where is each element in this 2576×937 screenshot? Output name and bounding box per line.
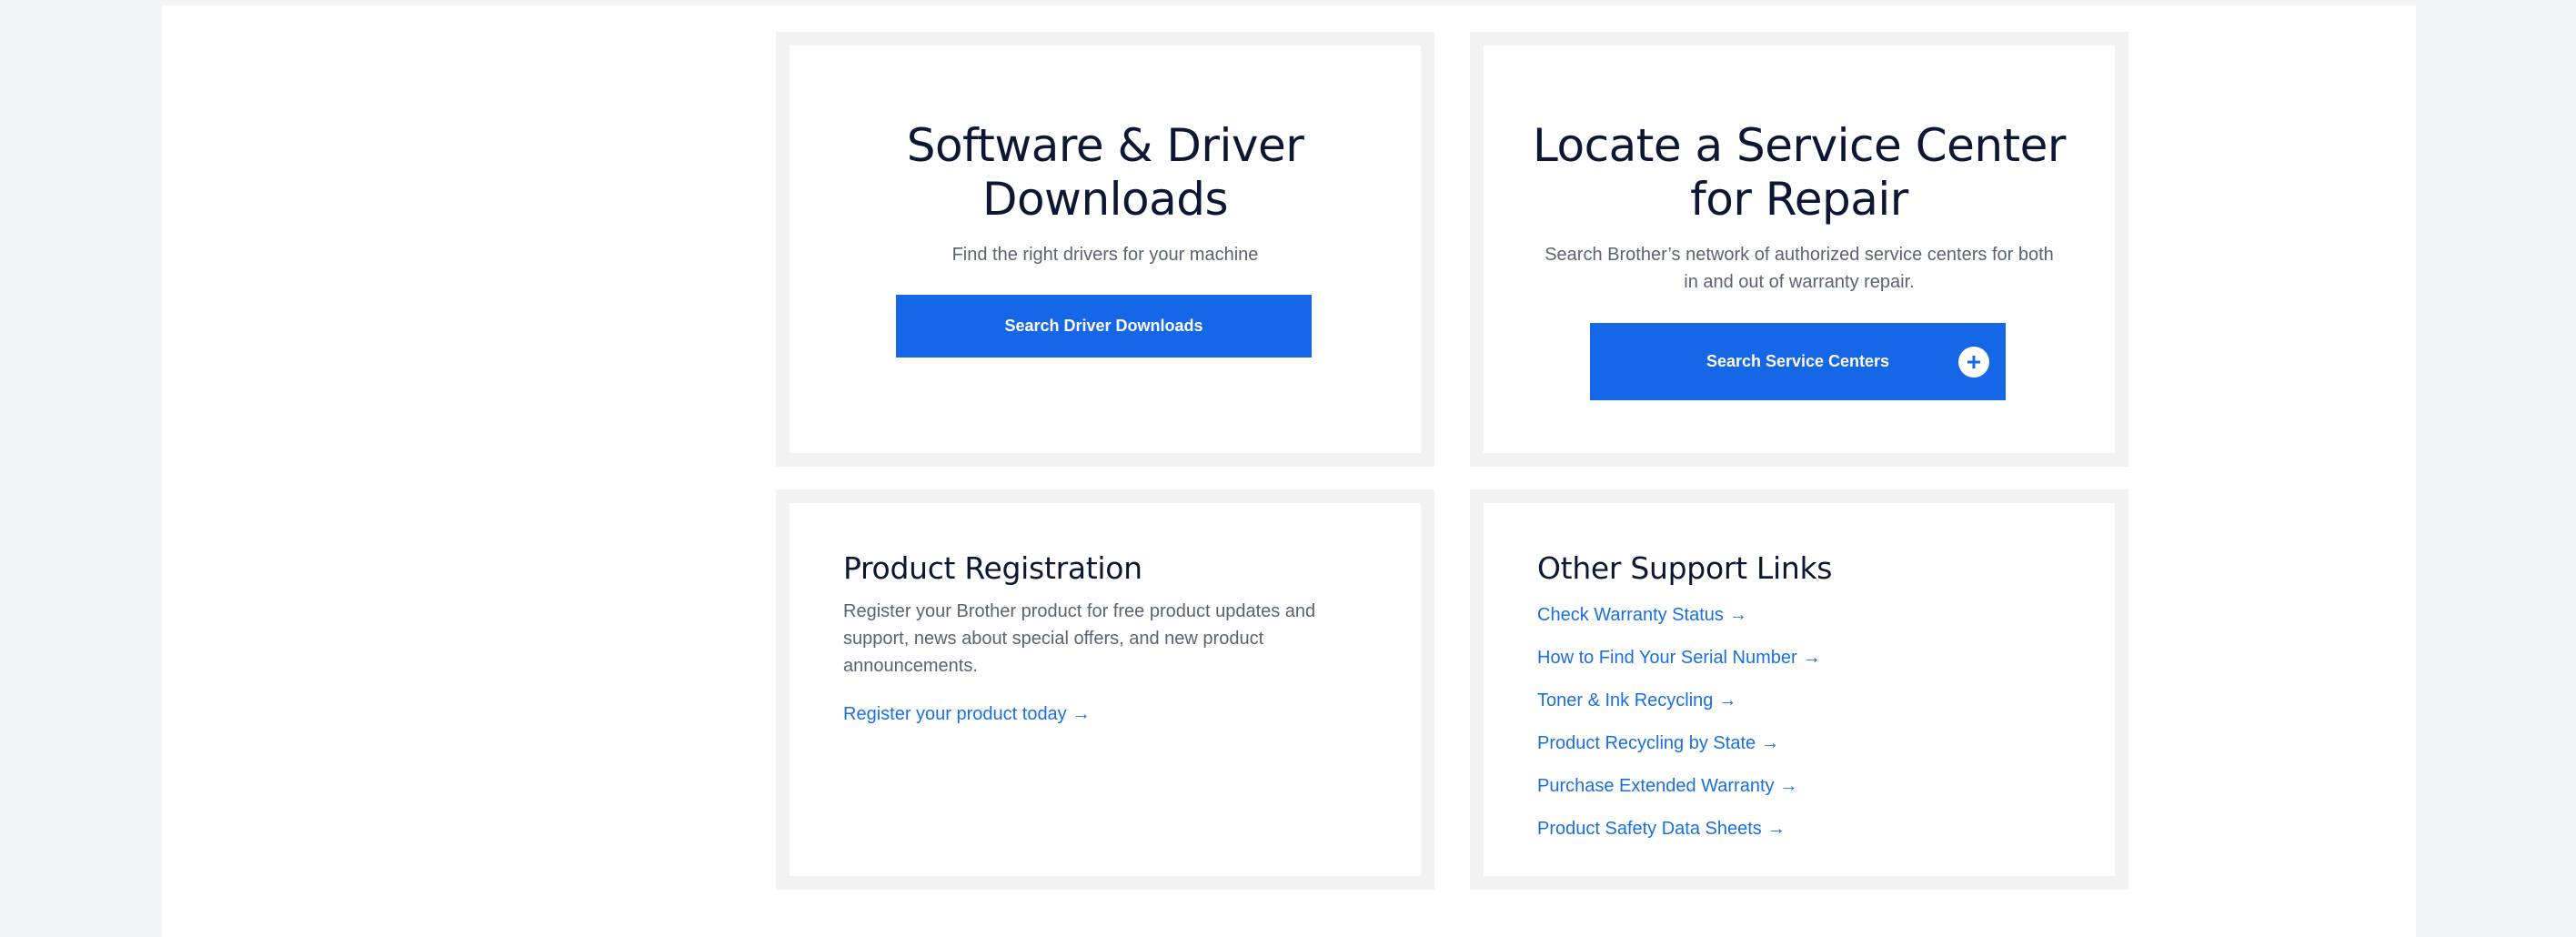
arrow-right-icon: →	[1802, 648, 1821, 668]
service-center-subtext: Search Brother’s network of authorized s…	[1545, 245, 2054, 292]
arrow-right-icon: →	[1072, 704, 1091, 724]
driver-downloads-subtext: Find the right drivers for your machine	[951, 245, 1259, 265]
purchase-extended-warranty-link[interactable]: Purchase Extended Warranty →	[1537, 772, 1798, 800]
search-driver-downloads-label: Search Driver Downloads	[1004, 317, 1203, 335]
driver-downloads-title-line1: Software & Driver	[906, 119, 1304, 172]
register-product-link-label: Register your product today	[843, 704, 1067, 724]
find-serial-number-link[interactable]: How to Find Your Serial Number →	[1537, 644, 1821, 671]
search-service-centers-label: Search Service Centers	[1706, 352, 1890, 370]
other-support-links-card: Other Support Links Check Warranty Statu…	[1470, 489, 2128, 890]
product-registration-card: Product Registration Register your Broth…	[776, 489, 1434, 890]
arrow-right-icon: →	[1761, 733, 1780, 753]
toner-ink-recycling-link[interactable]: Toner & Ink Recycling →	[1537, 687, 1736, 714]
check-warranty-status-link[interactable]: Check Warranty Status →	[1537, 601, 1747, 629]
product-recycling-by-state-link[interactable]: Product Recycling by State →	[1537, 730, 1779, 757]
driver-downloads-card: Software & Driver Downloads Find the rig…	[776, 32, 1434, 467]
support-link-label: Purchase Extended Warranty	[1537, 776, 1775, 796]
register-product-link[interactable]: Register your product today →	[843, 700, 1091, 728]
plus-circle-icon	[1958, 346, 1989, 378]
search-driver-downloads-button[interactable]: Search Driver Downloads	[896, 295, 1312, 358]
service-center-title-line1: Locate a Service Center	[1533, 119, 2066, 172]
arrow-right-icon: →	[1718, 690, 1737, 710]
arrow-right-icon: →	[1766, 819, 1786, 839]
product-registration-body: Register your Brother product for free p…	[843, 601, 1316, 676]
product-safety-data-sheets-link[interactable]: Product Safety Data Sheets →	[1537, 815, 1786, 842]
support-link-label: Product Recycling by State	[1537, 733, 1756, 753]
page-content: Software & Driver Downloads Find the rig…	[162, 5, 2416, 937]
arrow-right-icon: →	[1728, 605, 1747, 625]
product-registration-title: Product Registration	[843, 550, 1142, 586]
service-center-title-line2: for Repair	[1690, 173, 1908, 226]
service-center-card: Locate a Service Center for Repair Searc…	[1470, 32, 2128, 467]
search-service-centers-button[interactable]: Search Service Centers	[1590, 323, 2006, 400]
driver-downloads-title: Software & Driver Downloads	[790, 119, 1421, 227]
support-link-label: How to Find Your Serial Number	[1537, 648, 1797, 668]
support-link-label: Product Safety Data Sheets	[1537, 819, 1762, 839]
arrow-right-icon: →	[1779, 776, 1798, 796]
support-link-label: Toner & Ink Recycling	[1537, 690, 1714, 710]
other-support-links-title: Other Support Links	[1537, 550, 1833, 586]
service-center-title: Locate a Service Center for Repair	[1484, 119, 2115, 227]
support-link-label: Check Warranty Status	[1537, 605, 1724, 625]
driver-downloads-title-line2: Downloads	[981, 173, 1229, 226]
